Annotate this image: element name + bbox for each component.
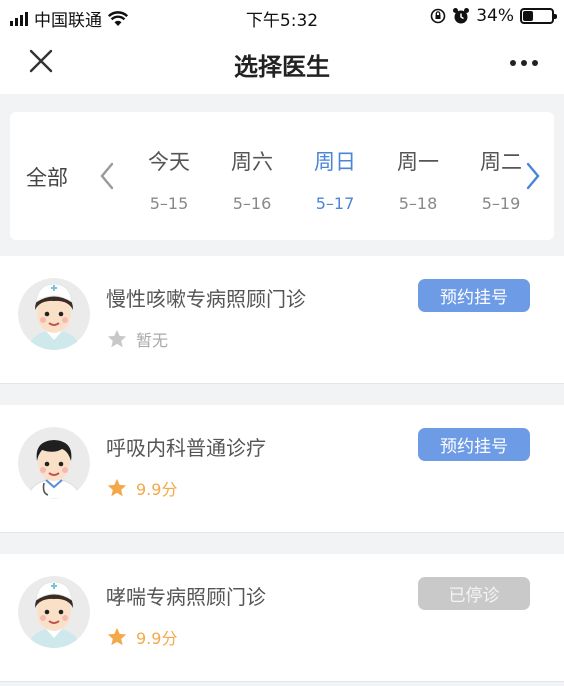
date-tab-weekday: 周一 xyxy=(397,150,439,174)
doctor-name: 慢性咳嗽专病照顾门诊 xyxy=(106,287,306,311)
date-tab-weekday: 周六 xyxy=(231,150,273,174)
date-tab[interactable]: 周二 5–19 xyxy=(460,112,530,240)
doctor-name: 呼吸内科普通诊疗 xyxy=(106,436,266,460)
date-tab-date: 5–15 xyxy=(149,194,189,213)
star-icon xyxy=(106,477,128,499)
more-options-icon[interactable] xyxy=(504,49,544,77)
date-tab[interactable]: 周六 5–16 xyxy=(211,112,293,240)
star-icon xyxy=(106,328,128,350)
date-filter-all[interactable]: 全部 xyxy=(26,162,68,192)
date-tab-weekday: 周二 xyxy=(480,150,522,174)
rating-value: 9.9分 xyxy=(136,480,178,499)
date-tab-weekday: 今天 xyxy=(148,150,190,174)
status-right: 34% xyxy=(430,6,557,26)
battery-percent: 34% xyxy=(476,6,514,26)
status-bar: 中国联通 下午5:32 34% xyxy=(0,0,564,32)
navigation-bar: 选择医生 xyxy=(0,32,564,94)
date-list: 今天 5–15 周六 5–16 周日 5–17 周一 5–18 周二 5–19 xyxy=(128,112,530,240)
book-appointment-button[interactable]: 预约挂号 xyxy=(418,279,530,312)
star-icon xyxy=(106,626,128,648)
chevron-left-icon[interactable] xyxy=(96,160,118,192)
doctor-card[interactable]: 慢性咳嗽专病照顾门诊暂无 预约挂号 xyxy=(0,256,564,384)
doctor-rating: 9.9分 xyxy=(106,625,177,649)
orientation-lock-icon xyxy=(430,8,446,24)
rating-value: 9.9分 xyxy=(136,629,178,648)
date-tab-date: 5–17 xyxy=(315,194,355,213)
date-filter: 全部 今天 5–15 周六 5–16 周日 5–17 周一 5–18 周二 5–19 xyxy=(10,112,554,240)
date-tab-weekday: 周日 xyxy=(314,150,356,174)
book-appointment-button[interactable]: 预约挂号 xyxy=(418,428,530,461)
suspended-button: 已停诊 xyxy=(418,577,530,610)
date-tab[interactable]: 周一 5–18 xyxy=(377,112,459,240)
doctor-avatar xyxy=(18,427,90,499)
rating-value: 暂无 xyxy=(136,331,169,350)
date-tab[interactable]: 周日 5–17 xyxy=(294,112,376,240)
doctor-name: 哮喘专病照顾门诊 xyxy=(106,585,266,609)
doctor-rating: 暂无 xyxy=(106,327,168,351)
date-tab-date: 5–19 xyxy=(481,194,521,213)
date-tab-date: 5–16 xyxy=(232,194,272,213)
close-icon[interactable] xyxy=(22,46,60,80)
battery-fill xyxy=(523,11,534,21)
nurse-avatar xyxy=(18,576,90,648)
page-title: 选择医生 xyxy=(234,53,330,81)
chevron-right-icon[interactable] xyxy=(522,160,544,192)
doctor-card[interactable]: 哮喘专病照顾门诊 9.9分 已停诊 xyxy=(0,554,564,682)
date-tab[interactable]: 今天 5–15 xyxy=(128,112,210,240)
battery-icon xyxy=(520,8,557,24)
nurse-avatar xyxy=(18,278,90,350)
doctor-card[interactable]: 呼吸内科普通诊疗 9.9分 预约挂号 xyxy=(0,405,564,533)
alarm-icon xyxy=(453,8,470,24)
doctor-rating: 9.9分 xyxy=(106,476,177,500)
date-tab-date: 5–18 xyxy=(398,194,438,213)
